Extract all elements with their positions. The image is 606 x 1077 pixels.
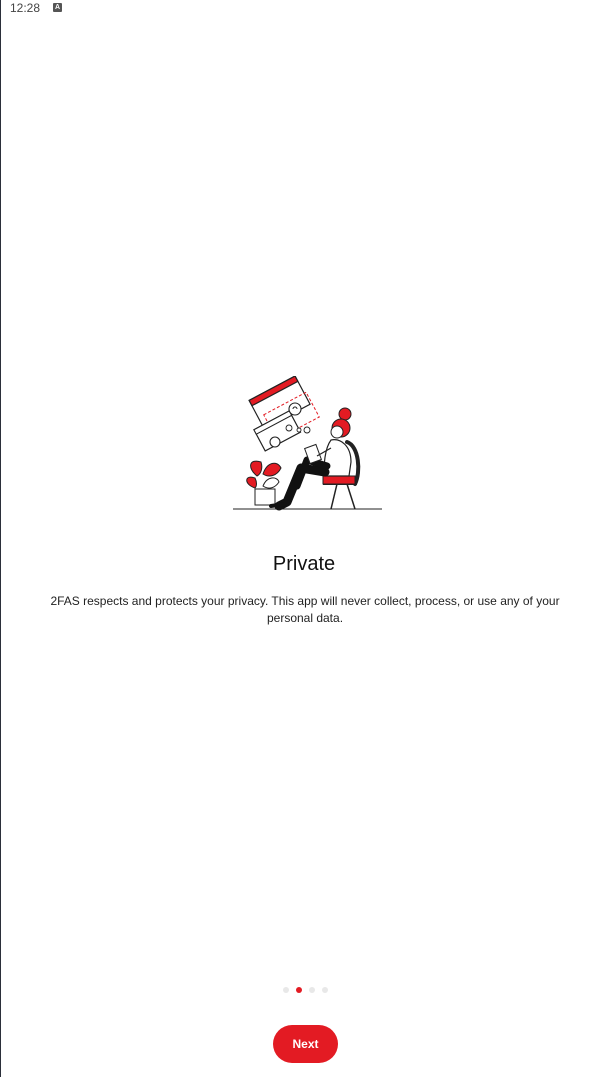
page-dot-4 <box>321 987 328 993</box>
page-title: Private <box>272 553 336 575</box>
plant-icon <box>246 460 282 506</box>
privacy-person-illustration <box>233 376 382 511</box>
onboarding-screen: 12:28 A Private 2FAS respects and protec… <box>0 0 606 1077</box>
page-dot-1 <box>282 987 289 993</box>
next-button[interactable]: Next <box>273 1025 338 1063</box>
lock-circle-icon <box>288 402 302 416</box>
lock-circle-small-icon <box>269 436 281 448</box>
notification-icon: A <box>53 3 62 12</box>
page-description: 2FAS respects and protects your privacy.… <box>50 594 560 625</box>
status-bar: 12:28 A <box>1 0 606 16</box>
status-time: 12:28 <box>10 1 41 15</box>
page-indicator <box>1 987 606 995</box>
page-dot-2-active <box>295 987 302 993</box>
page-dot-3 <box>308 987 315 993</box>
